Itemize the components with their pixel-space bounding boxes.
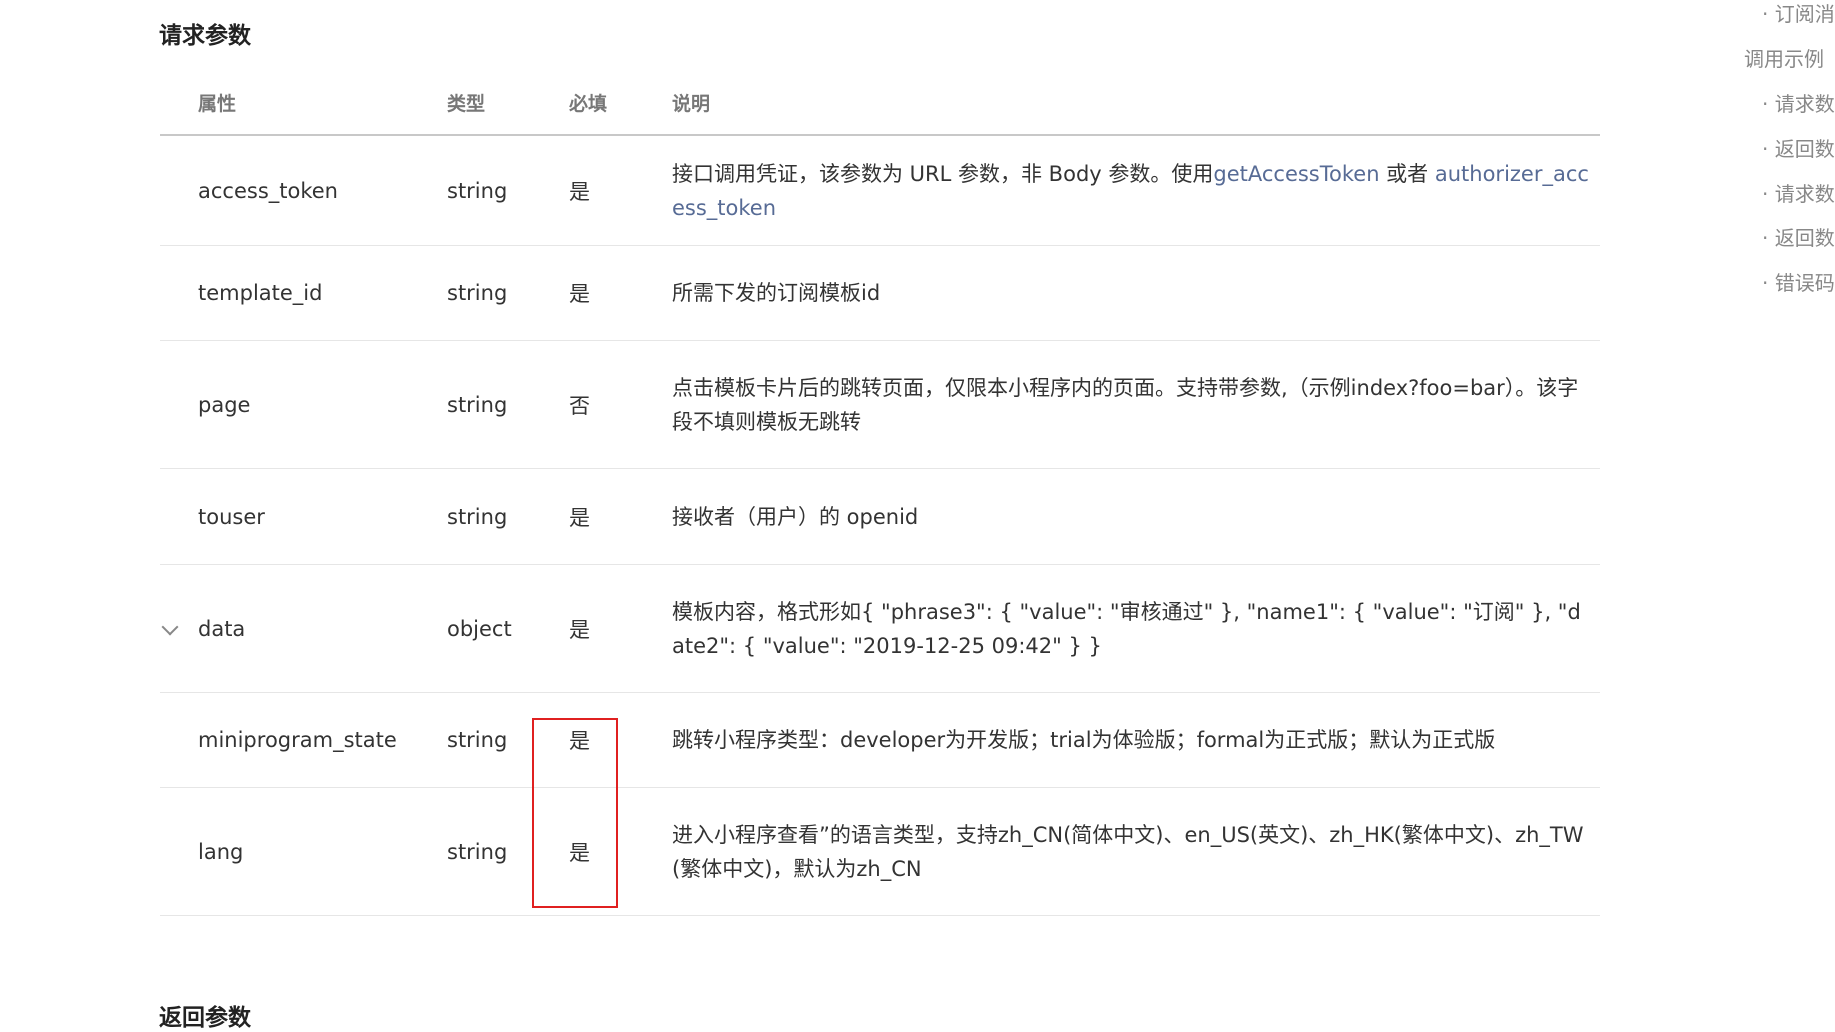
- param-description: 接收者（用户）的 openid: [672, 500, 1590, 534]
- request-params-title: 请求参数: [159, 23, 251, 49]
- param-description: 进入小程序查看”的语言类型，支持zh_CN(简体中文)、en_US(英文)、zh…: [672, 818, 1590, 886]
- table-row-template-id: template_id string 是 所需下发的订阅模板id: [160, 246, 1600, 341]
- table-row-data[interactable]: data object 是 模板内容，格式形如{ "phrase3": { "v…: [160, 565, 1600, 693]
- header-name: 属性: [198, 93, 237, 115]
- table-row-lang: lang string 是 进入小程序查看”的语言类型，支持zh_CN(简体中文…: [160, 788, 1600, 916]
- param-required: 是: [569, 729, 590, 753]
- toc-item-response-2[interactable]: · 返回数: [1762, 222, 1835, 251]
- table-header: 属性 类型 必填 说明: [160, 72, 1600, 136]
- chevron-down-icon[interactable]: [161, 618, 179, 635]
- description-text: 接收者（用户）的 openid: [672, 504, 919, 529]
- description-text: 点击模板卡片后的跳转页面，仅限本小程序内的页面。支持带参数,（示例index?f…: [672, 375, 1579, 434]
- table-row-access-token: access_token string 是 接口调用凭证，该参数为 URL 参数…: [160, 136, 1600, 246]
- param-description: 接口调用凭证，该参数为 URL 参数，非 Body 参数。使用getAccess…: [672, 157, 1590, 225]
- table-row-touser: touser string 是 接收者（用户）的 openid: [160, 469, 1600, 565]
- header-required: 必填: [569, 93, 608, 115]
- table-row-page: page string 否 点击模板卡片后的跳转页面，仅限本小程序内的页面。支持…: [160, 341, 1600, 469]
- header-type: 类型: [447, 93, 486, 115]
- toc-item-subscribe[interactable]: · 订阅消: [1762, 0, 1835, 27]
- param-required: 否: [569, 393, 590, 418]
- param-name: page: [198, 392, 251, 417]
- param-name: template_id: [198, 281, 323, 305]
- description-text: 跳转小程序类型：developer为开发版；trial为体验版；formal为正…: [672, 728, 1496, 752]
- param-description: 所需下发的订阅模板id: [672, 276, 1590, 310]
- toc-item-error-codes[interactable]: · 错误码: [1762, 267, 1835, 296]
- param-description: 模板内容，格式形如{ "phrase3": { "value": "审核通过" …: [672, 595, 1590, 663]
- description-text: 进入小程序查看”的语言类型，支持zh_CN(简体中文)、en_US(英文)、zh…: [672, 822, 1584, 881]
- description-text: 模板内容，格式形如{ "phrase3": { "value": "审核通过" …: [672, 599, 1581, 658]
- param-name: touser: [198, 504, 265, 529]
- param-type: string: [447, 839, 508, 864]
- description-text: 接口调用凭证，该参数为 URL 参数，非 Body 参数。使用: [672, 161, 1214, 186]
- param-required: 是: [569, 179, 590, 204]
- toc-item-request-2[interactable]: · 请求数: [1762, 178, 1835, 207]
- toc-item-example[interactable]: 调用示例: [1744, 43, 1824, 72]
- table-of-contents: · 订阅消 调用示例 · 请求数 · 返回数 · 请求数 · 返回数 · 错误码: [1740, 0, 1835, 300]
- param-type: string: [447, 392, 508, 417]
- table-row-miniprogram-state: miniprogram_state string 是 跳转小程序类型：devel…: [160, 693, 1600, 788]
- param-required: 是: [569, 505, 590, 530]
- param-required: 是: [569, 282, 590, 306]
- param-name: miniprogram_state: [198, 728, 397, 752]
- description-text: 所需下发的订阅模板id: [672, 281, 881, 305]
- param-name: lang: [198, 839, 244, 864]
- param-type: string: [447, 728, 508, 752]
- header-description: 说明: [672, 93, 711, 115]
- param-description: 跳转小程序类型：developer为开发版；trial为体验版；formal为正…: [672, 723, 1590, 757]
- response-params-title: 返回参数: [159, 1005, 251, 1031]
- param-name: data: [198, 616, 246, 641]
- toc-item-request[interactable]: · 请求数: [1762, 88, 1835, 117]
- params-table: 属性 类型 必填 说明 access_token string 是 接口调用凭证…: [160, 72, 1600, 916]
- param-name: access_token: [198, 178, 338, 203]
- param-type: string: [447, 281, 508, 305]
- param-required: 是: [569, 840, 590, 865]
- description-text: 或者: [1379, 161, 1435, 186]
- param-required: 是: [569, 617, 590, 642]
- param-type: object: [447, 616, 512, 641]
- toc-item-response[interactable]: · 返回数: [1762, 133, 1835, 162]
- get-access-token-link[interactable]: getAccessToken: [1213, 162, 1379, 186]
- param-description: 点击模板卡片后的跳转页面，仅限本小程序内的页面。支持带参数,（示例index?f…: [672, 371, 1590, 439]
- param-type: string: [447, 178, 508, 203]
- param-type: string: [447, 504, 508, 529]
